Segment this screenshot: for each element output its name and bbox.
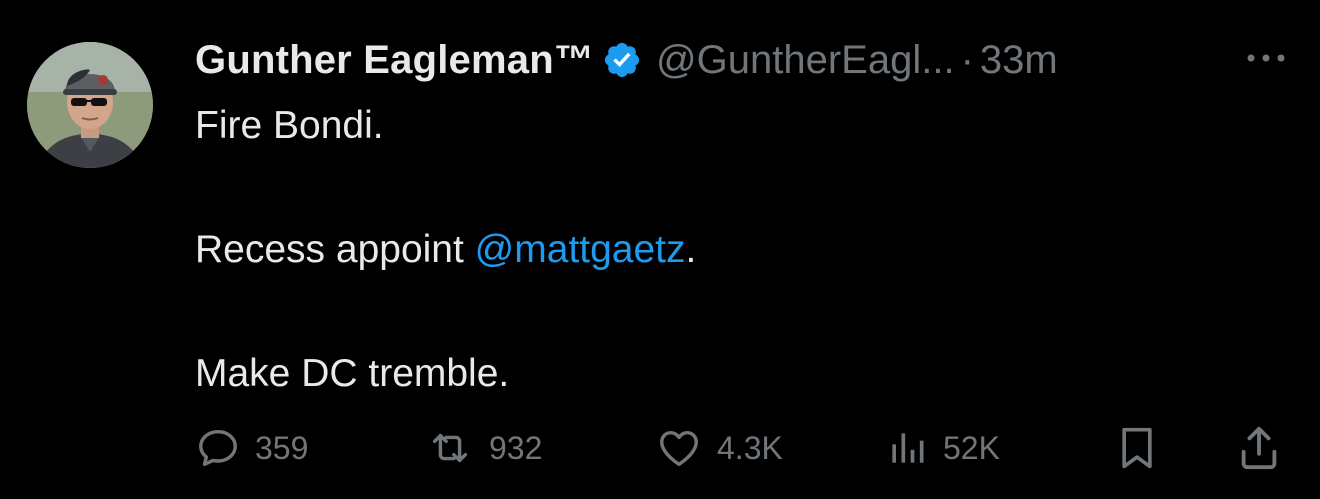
repost-button[interactable]: 932 xyxy=(425,420,542,476)
share-icon xyxy=(1241,426,1277,470)
reply-count: 359 xyxy=(255,429,309,466)
tweet-line-2-prefix: Recess appoint xyxy=(195,228,475,271)
mention-link[interactable]: @mattgaetz xyxy=(475,228,686,271)
views-icon xyxy=(892,433,924,463)
handle[interactable]: @GuntherEagl... xyxy=(656,38,955,83)
tweet-line-1: Fire Bondi. xyxy=(195,104,384,147)
display-name[interactable]: Gunther Eagleman™ xyxy=(195,38,594,83)
avatar[interactable] xyxy=(27,42,153,168)
repost-icon xyxy=(432,433,468,463)
tweet-header: Gunther Eagleman™ @GuntherEagl... · 33m xyxy=(195,32,1058,88)
tweet-line-2: Recess appoint @mattgaetz. xyxy=(195,224,1275,276)
reply-button[interactable]: 359 xyxy=(195,420,308,476)
like-count: 4.3K xyxy=(717,429,783,466)
tweet-text: Fire Bondi. Recess appoint @mattgaetz. M… xyxy=(195,100,1275,400)
tweet-line-3: Make DC tremble. xyxy=(195,352,510,395)
more-icon[interactable] xyxy=(1243,46,1289,70)
repost-count: 932 xyxy=(489,429,543,466)
views-button[interactable]: 52K xyxy=(885,420,1000,476)
reply-icon xyxy=(199,429,237,467)
timestamp[interactable]: 33m xyxy=(980,38,1058,83)
separator: · xyxy=(960,37,974,82)
avatar-image xyxy=(27,42,153,168)
share-button[interactable] xyxy=(1235,420,1283,476)
like-button[interactable]: 4.3K xyxy=(655,420,783,476)
views-count: 52K xyxy=(943,429,1000,466)
tweet-line-2-suffix: . xyxy=(685,228,697,271)
bookmark-icon xyxy=(1122,427,1152,469)
heart-icon xyxy=(660,430,698,467)
verified-badge-icon[interactable] xyxy=(602,40,642,80)
action-bar: 359 932 4.3K 52K xyxy=(195,420,1295,476)
bookmark-button[interactable] xyxy=(1115,420,1159,476)
tweet[interactable]: Gunther Eagleman™ @GuntherEagl... · 33m … xyxy=(0,0,1320,499)
